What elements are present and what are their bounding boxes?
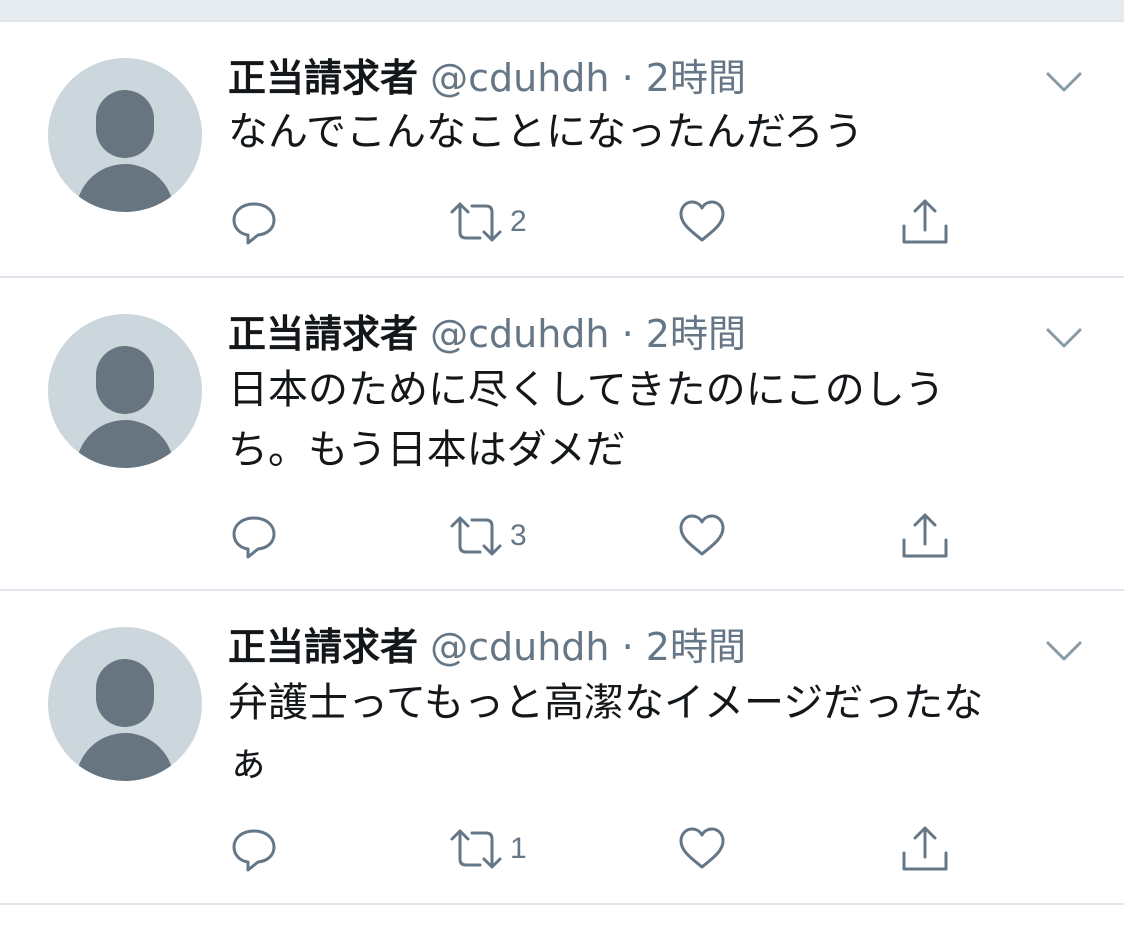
reply-button[interactable]: [228, 821, 286, 877]
display-name[interactable]: 正当請求者: [228, 56, 418, 100]
reply-button[interactable]: [228, 194, 286, 250]
retweet-icon: [450, 829, 502, 869]
chevron-down-icon[interactable]: [1044, 637, 1084, 665]
avatar-body: [76, 420, 174, 468]
user-handle[interactable]: @cduhdh: [430, 312, 609, 356]
tweet-header: 正当請求者 @cduhdh · 2時間: [228, 54, 746, 102]
separator-dot: ·: [621, 625, 634, 669]
like-button[interactable]: [676, 194, 734, 250]
user-handle[interactable]: @cduhdh: [430, 56, 609, 100]
timestamp[interactable]: 2時間: [646, 312, 746, 356]
avatar-head: [96, 90, 154, 158]
avatar-body: [76, 733, 174, 781]
top-bar: [0, 0, 1124, 22]
share-icon: [902, 513, 948, 558]
avatar[interactable]: [48, 314, 202, 468]
avatar[interactable]: [48, 58, 202, 212]
tweet[interactable]: 正当請求者 @cduhdh · 2時間 弁護士ってもっと高潔なイメージだったな …: [0, 591, 1124, 905]
retweet-button[interactable]: 1: [448, 821, 527, 877]
share-button[interactable]: [898, 508, 952, 564]
reply-icon: [232, 516, 276, 559]
action-bar: 1: [0, 821, 1124, 877]
avatar[interactable]: [48, 627, 202, 781]
timestamp[interactable]: 2時間: [646, 56, 746, 100]
share-icon: [902, 199, 948, 244]
share-icon: [902, 826, 948, 871]
action-bar: 2: [0, 194, 1124, 250]
retweet-count: 1: [510, 832, 527, 865]
retweet-count: 2: [510, 205, 527, 238]
retweet-icon: [450, 516, 502, 556]
retweet-button[interactable]: 2: [448, 194, 527, 250]
like-button[interactable]: [676, 508, 734, 564]
avatar-head: [96, 659, 154, 727]
timestamp[interactable]: 2時間: [646, 625, 746, 669]
tweet-header: 正当請求者 @cduhdh · 2時間: [228, 623, 746, 671]
tweet-text: なんでこんなことになったんだろう: [228, 109, 864, 155]
like-button[interactable]: [676, 821, 734, 877]
tweet[interactable]: 正当請求者 @cduhdh · 2時間 なんでこんなことになったんだろう 2: [0, 22, 1124, 278]
separator-dot: ·: [621, 56, 634, 100]
tweet[interactable]: 正当請求者 @cduhdh · 2時間 日本のために尽くしてきたのにこのしう ち…: [0, 278, 1124, 591]
reply-icon: [232, 202, 276, 245]
user-handle[interactable]: @cduhdh: [430, 625, 609, 669]
display-name[interactable]: 正当請求者: [228, 312, 418, 356]
heart-icon: [679, 514, 725, 556]
chevron-down-icon[interactable]: [1044, 68, 1084, 96]
share-button[interactable]: [898, 821, 952, 877]
tweet-header: 正当請求者 @cduhdh · 2時間: [228, 310, 746, 358]
retweet-count: 3: [510, 519, 527, 552]
heart-icon: [679, 200, 725, 242]
share-button[interactable]: [898, 194, 952, 250]
tweet-text: 日本のために尽くしてきたのにこのしう ち。もう日本はダメだ: [228, 367, 945, 473]
avatar-head: [96, 346, 154, 414]
retweet-button[interactable]: 3: [448, 508, 527, 564]
retweet-icon: [450, 202, 502, 242]
reply-button[interactable]: [228, 508, 286, 564]
action-bar: 3: [0, 508, 1124, 564]
display-name[interactable]: 正当請求者: [228, 625, 418, 669]
chevron-down-icon[interactable]: [1044, 324, 1084, 352]
heart-icon: [679, 827, 725, 869]
tweet-text: 弁護士ってもっと高潔なイメージだったな ぁ: [228, 680, 984, 786]
reply-icon: [232, 829, 276, 872]
separator-dot: ·: [621, 312, 634, 356]
